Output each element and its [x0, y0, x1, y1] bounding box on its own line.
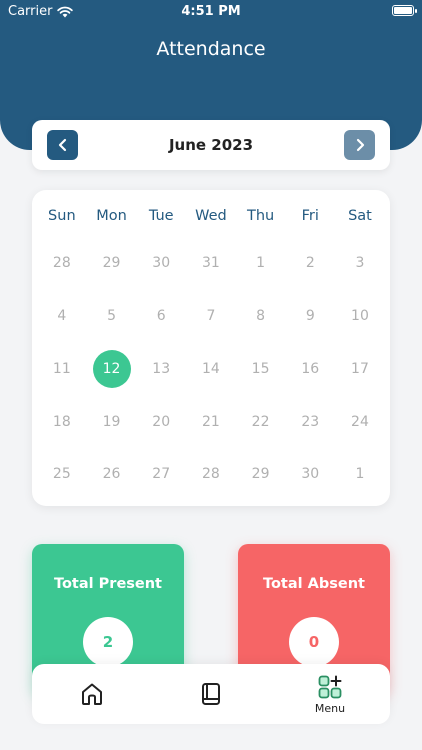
nav-book-button[interactable]: [171, 664, 251, 724]
nav-menu-button[interactable]: Menu: [290, 664, 370, 724]
calendar-day[interactable]: 18: [37, 404, 87, 440]
calendar-day[interactable]: 30: [285, 456, 335, 492]
battery-icon: [392, 5, 417, 16]
calendar-day[interactable]: 27: [136, 456, 186, 492]
book-icon: [202, 683, 220, 705]
calendar-day[interactable]: 19: [87, 404, 137, 440]
weekday-label: Thu: [246, 208, 275, 224]
next-month-button[interactable]: [344, 130, 375, 160]
bottom-navigation: Menu: [32, 664, 390, 724]
chevron-right-icon: [356, 138, 364, 152]
nav-menu-label: Menu: [314, 701, 346, 715]
calendar-week: 25 26 27 28 29 30 1: [37, 456, 385, 492]
weekday-label: Sat: [348, 208, 372, 224]
total-present-label: Total Present: [54, 576, 162, 592]
weekday-label: Mon: [96, 208, 127, 224]
calendar-day[interactable]: 10: [335, 298, 385, 334]
calendar-day[interactable]: 20: [136, 404, 186, 440]
selected-day[interactable]: 12: [87, 350, 137, 388]
calendar-day[interactable]: 13: [136, 351, 186, 387]
calendar-day[interactable]: 1: [335, 456, 385, 492]
calendar: Sun Mon Tue Wed Thu Fri Sat 28 29 30 31 …: [32, 190, 390, 506]
weekday-label: Wed: [195, 208, 227, 224]
calendar-day[interactable]: 24: [335, 404, 385, 440]
total-absent-count: 0: [289, 617, 339, 667]
calendar-day[interactable]: 1: [236, 245, 286, 281]
calendar-day[interactable]: 30: [136, 245, 186, 281]
calendar-day[interactable]: 9: [285, 298, 335, 334]
nav-home-button[interactable]: [52, 664, 132, 724]
selected-day-label: 12: [102, 361, 121, 377]
calendar-day[interactable]: 16: [285, 351, 335, 387]
calendar-day[interactable]: 29: [87, 245, 137, 281]
calendar-day[interactable]: 29: [236, 456, 286, 492]
home-icon: [82, 683, 102, 705]
calendar-day[interactable]: 22: [236, 404, 286, 440]
calendar-day[interactable]: 28: [37, 245, 87, 281]
calendar-week: 11 12 13 14 15 16 17: [37, 350, 385, 388]
status-bar: Carrier 4:51 PM: [0, 0, 422, 24]
total-present-count: 2: [83, 617, 133, 667]
calendar-day[interactable]: 6: [136, 298, 186, 334]
month-label: June 2023: [168, 136, 254, 154]
calendar-day[interactable]: 14: [186, 351, 236, 387]
calendar-day[interactable]: 8: [236, 298, 286, 334]
weekday-label: Sun: [48, 208, 76, 224]
weekday-header: Sun Mon Tue Wed Thu Fri Sat: [37, 198, 385, 234]
calendar-day[interactable]: 25: [37, 456, 87, 492]
month-navigator: June 2023: [32, 120, 390, 170]
weekday-label: Tue: [148, 208, 174, 224]
page-title: Attendance: [156, 38, 266, 60]
calendar-day[interactable]: 7: [186, 298, 236, 334]
calendar-day[interactable]: 4: [37, 298, 87, 334]
clock: 4:51 PM: [181, 4, 241, 19]
calendar-week: 28 29 30 31 1 2 3: [37, 245, 385, 281]
calendar-day[interactable]: 23: [285, 404, 335, 440]
calendar-day[interactable]: 26: [87, 456, 137, 492]
total-absent-label: Total Absent: [263, 576, 365, 592]
calendar-day[interactable]: 21: [186, 404, 236, 440]
calendar-day[interactable]: 28: [186, 456, 236, 492]
calendar-day[interactable]: 31: [186, 245, 236, 281]
calendar-day[interactable]: 2: [285, 245, 335, 281]
calendar-day[interactable]: 17: [335, 351, 385, 387]
calendar-week: 4 5 6 7 8 9 10: [37, 298, 385, 334]
weekday-label: Fri: [301, 208, 319, 224]
grid-plus-icon: [318, 675, 342, 698]
calendar-day[interactable]: 5: [87, 298, 137, 334]
calendar-day[interactable]: 11: [37, 351, 87, 387]
calendar-week: 18 19 20 21 22 23 24: [37, 404, 385, 440]
calendar-day[interactable]: 3: [335, 245, 385, 281]
calendar-day[interactable]: 15: [236, 351, 286, 387]
